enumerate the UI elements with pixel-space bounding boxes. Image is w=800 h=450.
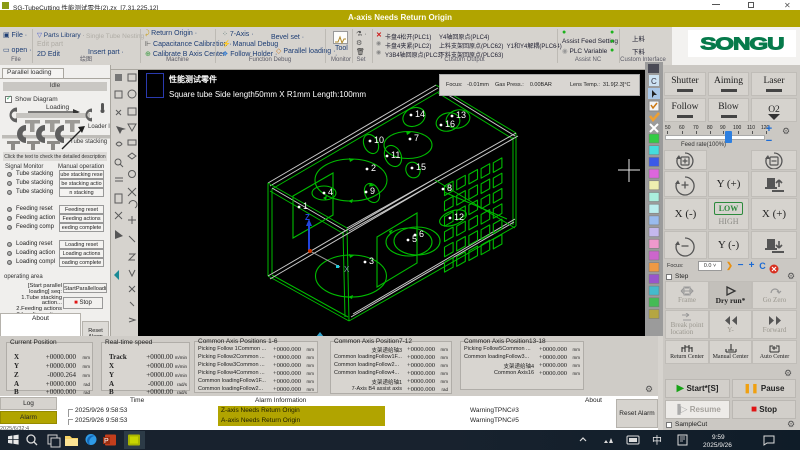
svg-text:Z: Z <box>305 213 310 222</box>
svg-text:12: 12 <box>454 212 464 222</box>
svg-text:6: 6 <box>419 229 424 239</box>
svg-text:Loading: Loading <box>46 104 70 111</box>
svg-text:P: P <box>104 438 109 445</box>
svg-text:C: C <box>651 77 657 86</box>
svg-text:3: 3 <box>369 256 374 266</box>
svg-text:2025/9/26: 2025/9/26 <box>703 442 732 449</box>
svg-text:9: 9 <box>370 186 375 196</box>
svg-text:9:59: 9:59 <box>712 434 725 441</box>
svg-text:16: 16 <box>445 119 455 129</box>
svg-text:Tube stacking: Tube stacking <box>70 139 107 145</box>
svg-text:1: 1 <box>303 201 308 211</box>
svg-text:2: 2 <box>371 163 376 173</box>
svg-text:X: X <box>344 265 350 274</box>
svg-text:8: 8 <box>447 183 452 193</box>
svg-text:13: 13 <box>456 110 466 120</box>
svg-text:中: 中 <box>652 434 662 447</box>
svg-text:10: 10 <box>374 135 384 145</box>
svg-text:7: 7 <box>414 133 419 143</box>
svg-text:11: 11 <box>391 150 400 160</box>
svg-text:15: 15 <box>416 162 426 172</box>
svg-text:4: 4 <box>328 187 333 197</box>
svg-text:Loader l: Loader l <box>88 124 110 130</box>
svg-text:14: 14 <box>415 109 425 119</box>
